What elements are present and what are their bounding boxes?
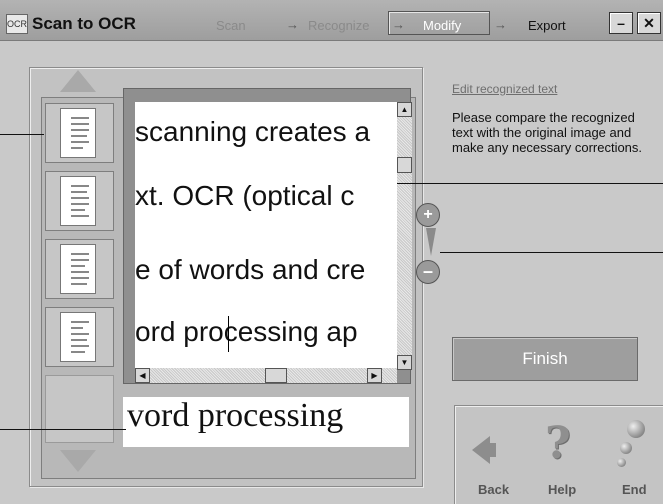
app-title: Scan to OCR (32, 14, 136, 33)
text-line: e of words and cre (135, 254, 366, 285)
instructions-heading[interactable]: Edit recognized text (452, 82, 557, 96)
horizontal-scroll-thumb[interactable] (265, 368, 287, 383)
page-thumbnail[interactable] (45, 307, 114, 367)
back-arrow-icon[interactable] (486, 443, 496, 457)
end-button[interactable]: End (622, 482, 647, 497)
help-button[interactable]: Help (548, 482, 576, 497)
step-arrow-icon: → (392, 17, 405, 32)
page-thumbnail[interactable] (45, 239, 114, 299)
scroll-left-icon[interactable]: ◀ (135, 368, 150, 383)
step-arrow-icon: → (494, 17, 507, 32)
instructions-text: Please compare the recognized text with … (452, 110, 643, 155)
zoom-in-button[interactable]: + (416, 203, 440, 227)
text-caret (228, 316, 229, 352)
callout-line (397, 183, 663, 184)
balls-icon[interactable] (627, 420, 645, 438)
text-line: scanning creates a (135, 116, 371, 147)
callout-line (440, 252, 663, 253)
close-button[interactable]: ✕ (637, 12, 661, 34)
text-line: xt. OCR (optical c (135, 180, 355, 211)
callout-line (0, 429, 126, 430)
vertical-scrollbar[interactable]: ▲ ▼ (397, 102, 412, 370)
step-recognize: Recognize (308, 18, 370, 33)
balls-icon[interactable] (617, 458, 626, 467)
scroll-up-icon[interactable]: ▲ (397, 102, 412, 117)
question-mark-icon[interactable]: ? (545, 418, 571, 469)
minimize-button[interactable]: – (609, 12, 633, 34)
text-line: ord processing ap (135, 316, 358, 347)
zoom-slider-icon[interactable] (426, 228, 436, 256)
page-thumbnail-empty (45, 375, 114, 443)
finish-button[interactable]: Finish (452, 337, 638, 381)
arrow-up-icon[interactable] (60, 70, 96, 92)
vertical-scroll-thumb[interactable] (397, 157, 412, 173)
balls-icon[interactable] (620, 442, 632, 454)
zoom-out-button[interactable]: – (416, 260, 440, 284)
back-button[interactable]: Back (478, 482, 509, 497)
callout-line (0, 134, 44, 135)
step-modify: Modify (423, 18, 462, 33)
arrow-down-icon[interactable] (60, 450, 96, 472)
original-image-text: vord processing (127, 397, 344, 434)
horizontal-scrollbar[interactable]: ◀ ▶ (135, 368, 397, 383)
scroll-down-icon[interactable]: ▼ (397, 355, 412, 370)
original-image-strip: vord processing (123, 397, 409, 447)
page-thumbnail[interactable] (45, 171, 114, 231)
ocr-scanner-icon: OCR (6, 14, 28, 34)
step-scan: Scan (216, 18, 246, 33)
scroll-right-icon[interactable]: ▶ (367, 368, 382, 383)
step-arrow-icon: → (286, 17, 299, 32)
step-export: Export (528, 18, 566, 33)
recognized-text-editor[interactable]: scanning creates a xt. OCR (optical c e … (135, 102, 397, 370)
page-thumbnail[interactable] (45, 103, 114, 163)
